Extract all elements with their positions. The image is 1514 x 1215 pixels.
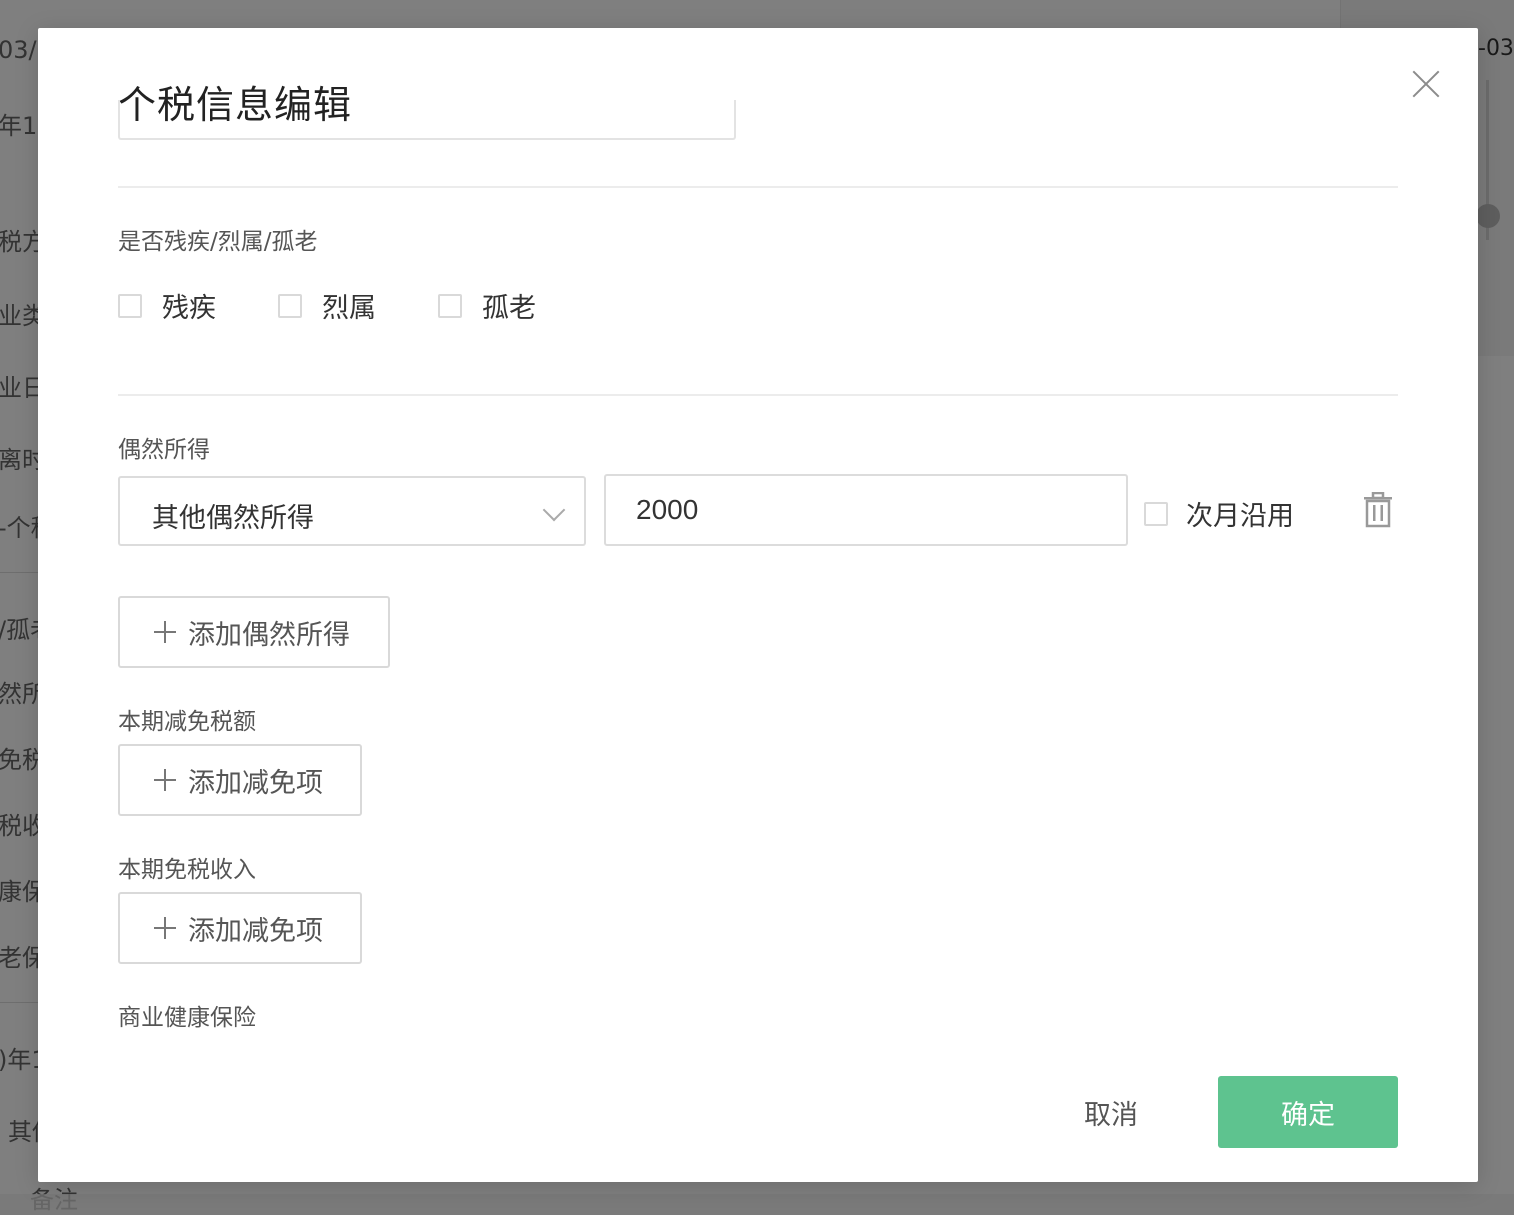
checkbox-label: 烈属: [322, 293, 376, 324]
select-value: 其他偶然所得: [152, 503, 314, 534]
occasional-income-amount-input[interactable]: [604, 474, 1128, 546]
section-divider: [118, 186, 1398, 188]
plus-icon: [154, 621, 176, 643]
checkbox-box[interactable]: [118, 293, 142, 318]
tax-reduction-label: 本期减免税额: [118, 709, 256, 735]
checkbox-box[interactable]: [438, 293, 462, 318]
checkbox-lonely-elderly[interactable]: 孤老: [438, 286, 536, 325]
add-button-label: 添加偶然所得: [188, 619, 350, 651]
add-occasional-income-button[interactable]: 添加偶然所得: [118, 596, 390, 668]
add-button-label: 添加减免项: [188, 767, 323, 799]
occasional-income-type-select[interactable]: 其他偶然所得: [118, 476, 586, 546]
checkbox-next-month-reuse[interactable]: 次月沿用: [1144, 494, 1294, 533]
confirm-button[interactable]: 确定: [1218, 1076, 1398, 1148]
plus-icon: [154, 769, 176, 791]
add-button-label: 添加减免项: [188, 915, 323, 947]
checkbox-label: 孤老: [482, 293, 536, 324]
add-tax-reduction-button[interactable]: 添加减免项: [118, 744, 362, 816]
chevron-down-icon: [542, 498, 566, 522]
section-divider: [118, 394, 1398, 396]
occasional-income-label: 偶然所得: [118, 437, 210, 463]
close-icon[interactable]: [1408, 66, 1444, 102]
tax-free-income-label: 本期免税收入: [118, 857, 256, 883]
plus-icon: [154, 917, 176, 939]
trash-icon[interactable]: [1362, 491, 1394, 528]
health-insurance-label: 商业健康保险: [118, 1005, 256, 1031]
checkbox-label: 残疾: [162, 293, 216, 324]
checkbox-label: 次月沿用: [1186, 501, 1294, 532]
add-tax-free-income-button[interactable]: 添加减免项: [118, 892, 362, 964]
scrolled-input-field[interactable]: [118, 100, 736, 140]
tax-info-edit-dialog: 个税信息编辑 是否残疾/烈属/孤老 残疾 烈属 孤老 偶然所得 其他偶然所得 次…: [38, 28, 1478, 1182]
cancel-button[interactable]: 取消: [1078, 1076, 1144, 1148]
checkbox-box[interactable]: [1144, 501, 1168, 526]
disability-section-label: 是否残疾/烈属/孤老: [118, 229, 318, 255]
checkbox-disabled[interactable]: 残疾: [118, 286, 216, 325]
checkbox-martyr-family[interactable]: 烈属: [278, 286, 376, 325]
checkbox-box[interactable]: [278, 293, 302, 318]
